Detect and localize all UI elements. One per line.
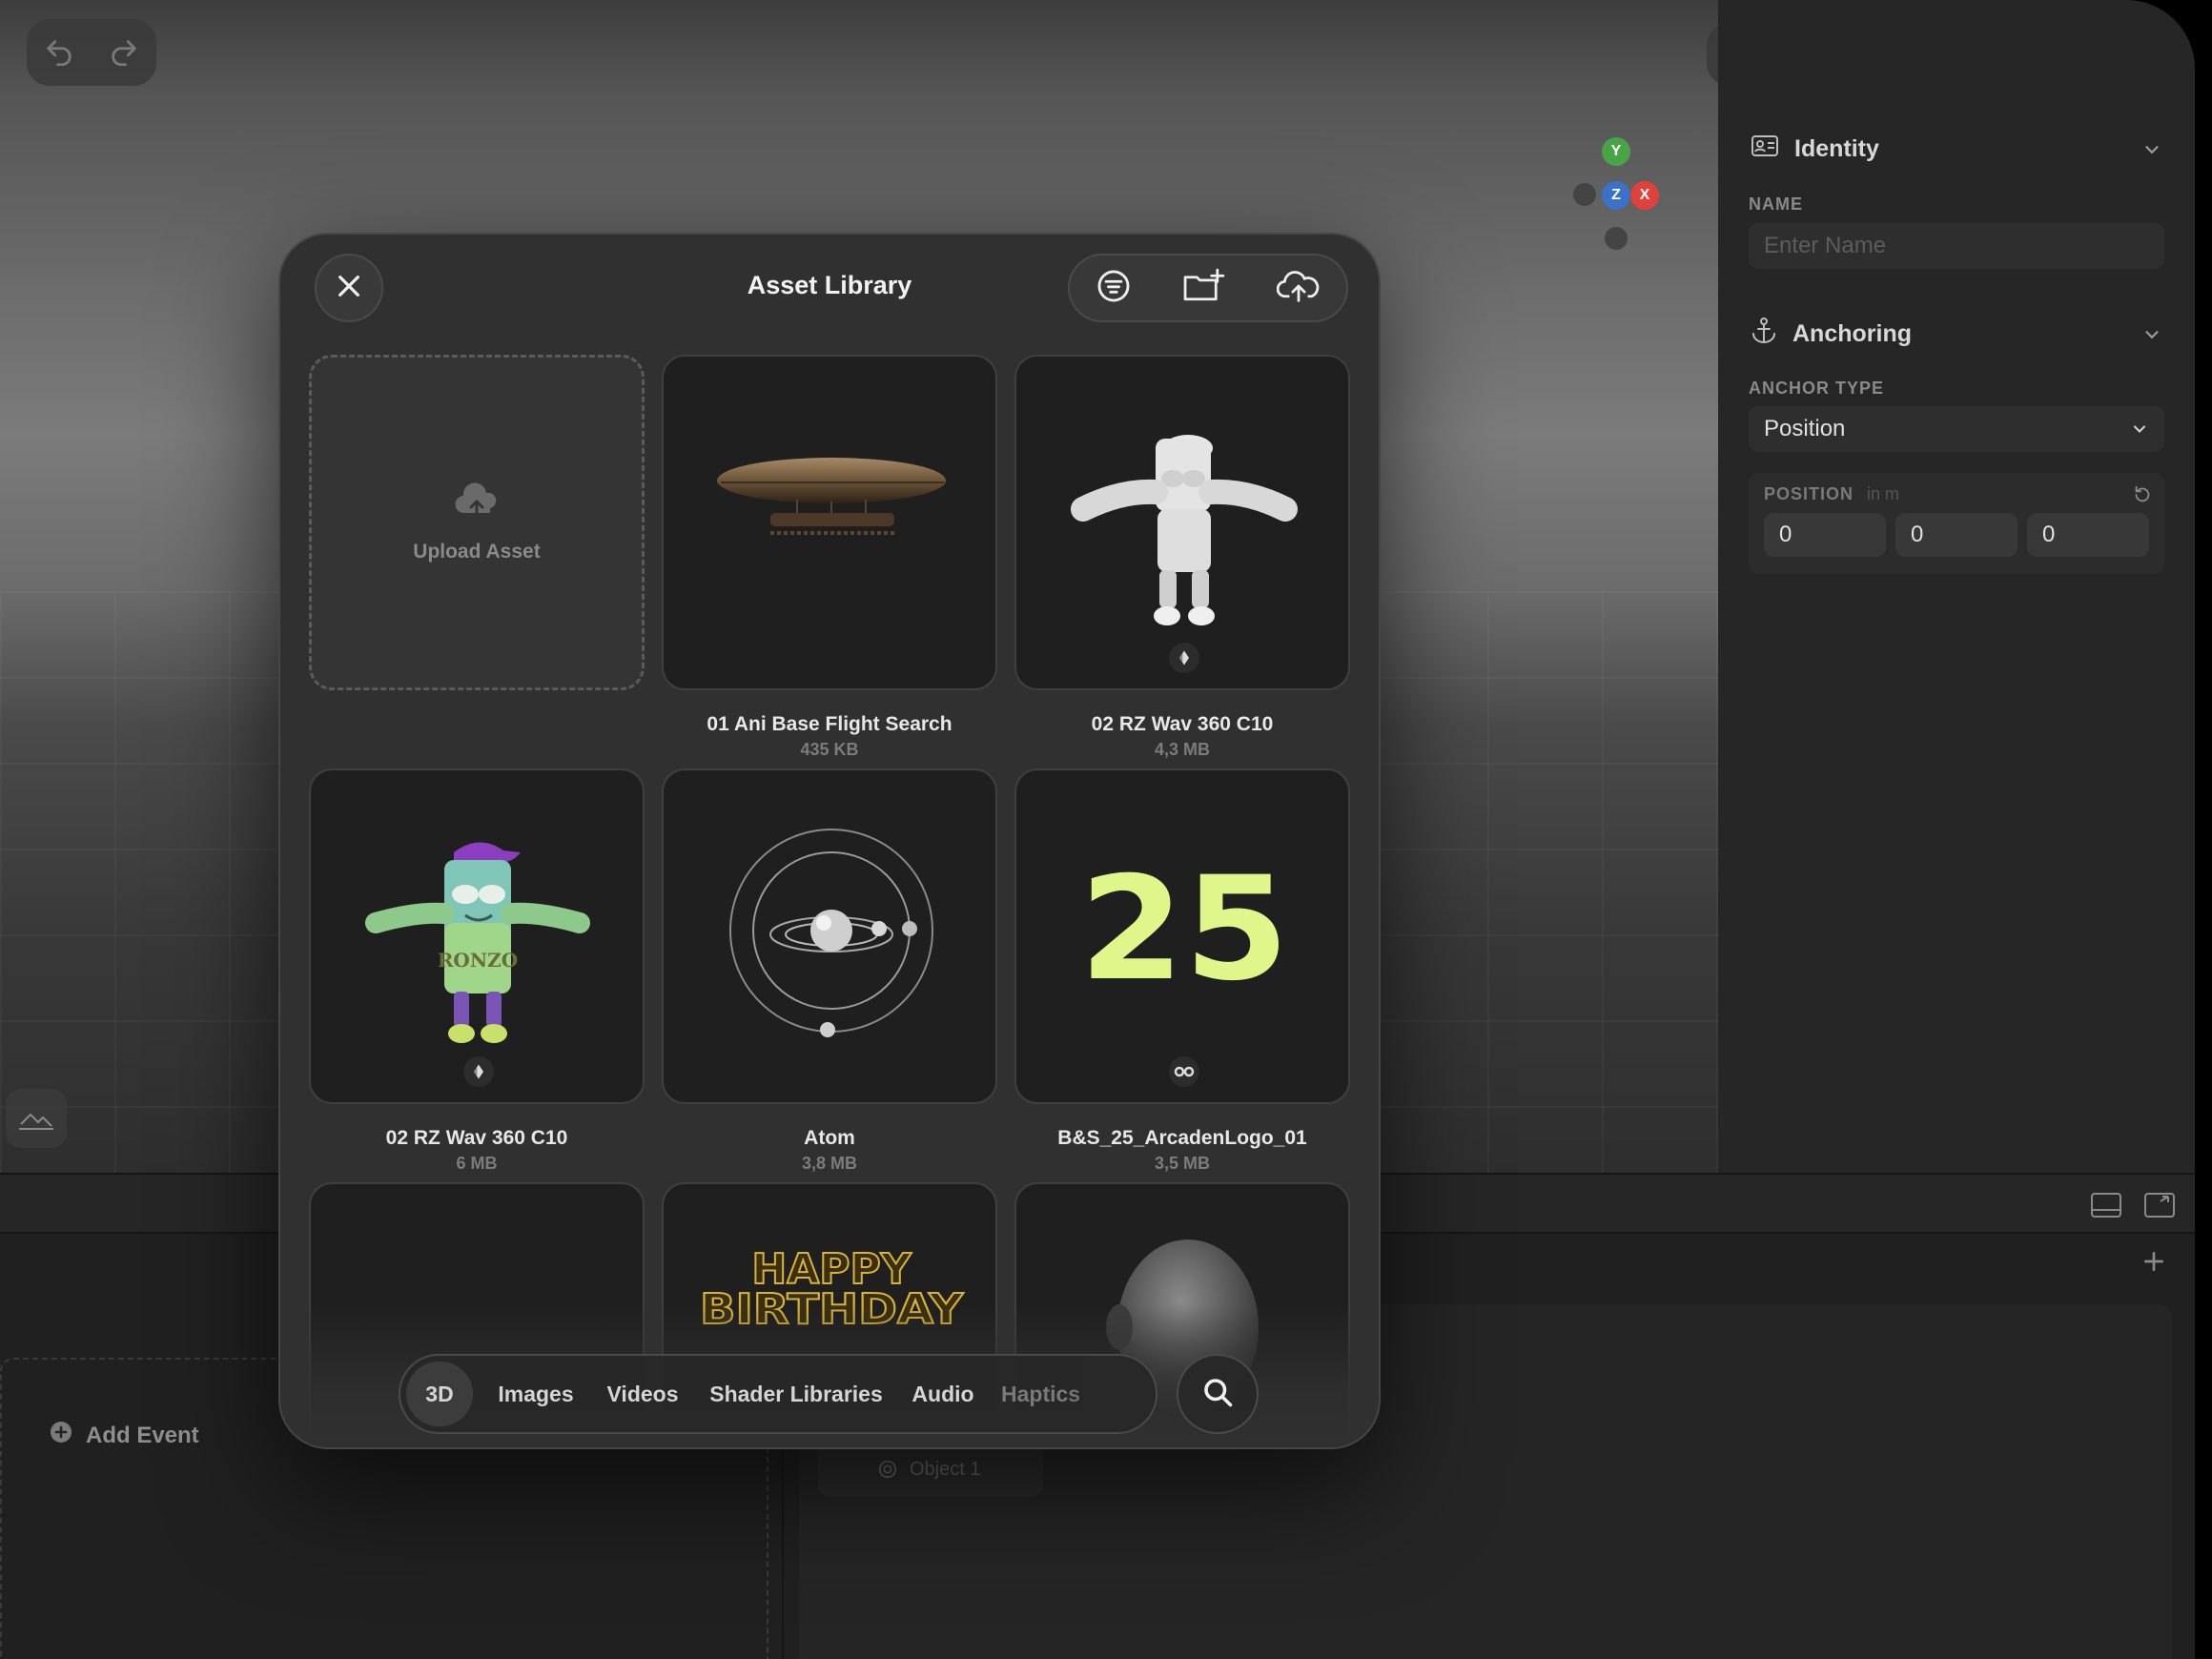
tab-shader-libraries[interactable]: Shader Libraries (704, 1356, 889, 1432)
upload-asset-tile[interactable]: Upload Asset (309, 355, 645, 690)
anchoring-title: Anchoring (1792, 319, 1912, 347)
plus-circle-icon (50, 1421, 72, 1450)
category-tabs: 3D Images Videos Shader Libraries Audio … (399, 1354, 1157, 1434)
identity-header[interactable]: Identity (1751, 130, 1879, 168)
position-group: POSITION in m 0 0 0 (1749, 473, 2164, 574)
gizmo-y-axis[interactable]: Y (1602, 137, 1630, 166)
name-label: NAME (1749, 195, 1803, 214)
asset-size: 3,5 MB (1154, 1154, 1211, 1173)
position-label: POSITION (1764, 484, 1854, 503)
character-white-thumbnail (1071, 435, 1298, 625)
identity-chevron-icon[interactable] (2141, 139, 2162, 165)
anchoring-header[interactable]: Anchoring (1751, 315, 1912, 353)
asset-size: 4,3 MB (1154, 740, 1211, 759)
gizmo-negative-x[interactable] (1573, 183, 1596, 206)
asset-size: 435 KB (800, 740, 859, 759)
asset-name: 02 RZ Wav 360 C10 (385, 1127, 568, 1149)
library-actions (1068, 254, 1348, 322)
character-label: RONZO (438, 949, 518, 972)
identity-title: Identity (1794, 134, 1879, 162)
view-tools (1707, 23, 1718, 86)
search-icon (1200, 1375, 1235, 1414)
panel-bottom-icon[interactable] (2090, 1192, 2122, 1223)
search-button[interactable] (1177, 1354, 1259, 1434)
panel-popout-icon[interactable] (2143, 1192, 2176, 1223)
cloud-upload-icon[interactable] (1277, 268, 1321, 309)
anchoring-chevron-icon[interactable] (2141, 324, 2162, 350)
object-chip[interactable]: Object 1 (818, 1442, 1043, 1497)
tab-audio[interactable]: Audio (898, 1356, 988, 1432)
object-chip-label: Object 1 (910, 1458, 981, 1480)
filter-icon[interactable] (1096, 268, 1132, 309)
upload-asset-label: Upload Asset (413, 540, 541, 563)
anchor-type-label: ANCHOR TYPE (1749, 379, 1885, 398)
history-controls (27, 19, 156, 86)
animation-badge (1169, 643, 1199, 673)
position-y-input[interactable]: 0 (1895, 513, 2017, 557)
character-color-thumbnail: RONZO (365, 842, 590, 1043)
link-badge (1169, 1056, 1199, 1087)
redo-icon[interactable] (108, 36, 140, 69)
add-track-icon[interactable] (2141, 1249, 2166, 1279)
asset-size: 6 MB (456, 1154, 498, 1173)
select-chevron-icon (2130, 419, 2149, 445)
asset-tile[interactable] (662, 355, 997, 690)
gizmo-x-axis[interactable]: X (1630, 181, 1659, 210)
asset-name: 02 RZ Wav 360 C10 (1091, 713, 1274, 735)
tab-images[interactable]: Images (488, 1356, 584, 1432)
new-folder-icon[interactable] (1182, 268, 1226, 309)
orientation-gizmo[interactable]: Y Z X (1564, 133, 1697, 257)
asset-name: 01 Ani Base Flight Search (707, 713, 952, 735)
environment-button[interactable] (6, 1089, 67, 1148)
tab-videos[interactable]: Videos (595, 1356, 690, 1432)
asset-name: Atom (804, 1127, 855, 1149)
undo-icon[interactable] (43, 36, 75, 69)
gizmo-z-axis[interactable]: Z (1602, 181, 1630, 210)
tab-3d[interactable]: 3D (406, 1362, 473, 1426)
add-event-label: Add Event (86, 1422, 199, 1448)
tab-overflow-fade (1068, 1356, 1156, 1432)
anchor-icon (1751, 317, 1777, 352)
atom-thumbnail (729, 829, 933, 1037)
asset-tile[interactable]: RONZO (309, 768, 645, 1104)
landscape-icon (17, 1105, 55, 1132)
animation-badge (463, 1056, 494, 1087)
asset-tile[interactable]: 25 (1014, 768, 1350, 1104)
asset-tile[interactable] (1014, 355, 1350, 690)
cloud-upload-icon (454, 481, 500, 525)
airship-thumbnail (717, 458, 946, 535)
inspector-panel: Identity NAME Enter Name Anchoring ANCHO… (1718, 0, 2195, 1173)
anchor-type-value: Position (1764, 416, 1846, 441)
logo-text: 25 (1079, 847, 1289, 1013)
name-input[interactable]: Enter Name (1749, 223, 2164, 269)
asset-tile[interactable] (662, 768, 997, 1104)
position-z-input[interactable]: 0 (2027, 513, 2149, 557)
id-card-icon (1751, 133, 1779, 165)
gizmo-negative-y[interactable] (1605, 227, 1628, 250)
position-label-row: POSITION in m (1764, 484, 1899, 504)
position-unit: in m (1867, 484, 1900, 503)
asset-library-modal: Asset Library Upload Asset 01 Ani Base F… (278, 233, 1381, 1449)
anchor-type-select[interactable]: Position (1749, 406, 2164, 452)
add-event-button[interactable]: Add Event (50, 1421, 199, 1450)
asset-name: B&S_25_ArcadenLogo_01 (1057, 1127, 1307, 1149)
position-x-input[interactable]: 0 (1764, 513, 1886, 557)
reset-icon[interactable] (2132, 484, 2153, 510)
asset-size: 3,8 MB (801, 1154, 858, 1173)
target-icon (877, 1459, 898, 1485)
logo-25-thumbnail: 25 (1079, 847, 1289, 1013)
